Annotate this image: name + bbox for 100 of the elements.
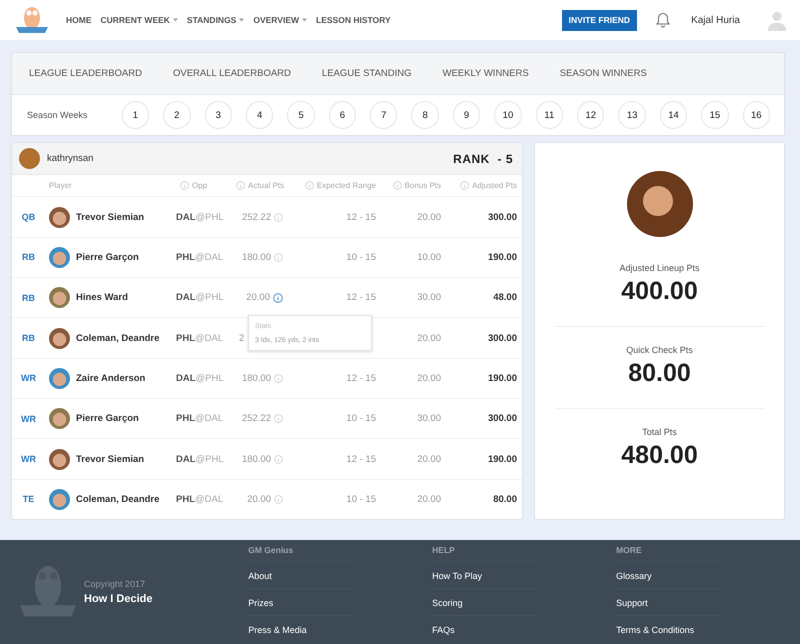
expected-range: 12 - 15 <box>346 372 376 384</box>
position: WR <box>20 414 37 424</box>
tab[interactable]: LEAGUE LEADERBOARD <box>18 53 153 94</box>
expected-range: 12 - 15 <box>346 454 376 465</box>
week-button[interactable]: 4 <box>246 101 274 129</box>
stat-label: Total Pts <box>642 427 677 437</box>
week-button[interactable]: 3 <box>204 101 232 129</box>
player-name: Coleman, Deandre <box>76 494 160 505</box>
player-avatar <box>49 488 70 510</box>
bonus-points: 20.00 <box>416 454 441 465</box>
column-header: Bonus Pts <box>404 181 441 190</box>
position: RB <box>21 333 36 344</box>
footer-link[interactable]: About <box>248 562 352 589</box>
expected-range: 10 - 15 <box>346 494 376 505</box>
info-icon[interactable] <box>274 252 283 262</box>
week-button[interactable]: 12 <box>577 101 604 129</box>
bonus-points: 30.00 <box>416 292 441 304</box>
info-icon[interactable] <box>236 181 245 190</box>
bonus-points: 20.00 <box>416 212 441 223</box>
info-icon[interactable] <box>274 494 283 504</box>
footer-link[interactable]: Scoring <box>432 589 536 616</box>
column-header: Actual Pts <box>248 181 284 190</box>
footer-link[interactable]: How To Play <box>432 562 536 589</box>
footer-link[interactable]: Terms & Conditions <box>616 616 720 642</box>
tab[interactable]: SEASON WINNERS <box>548 53 658 94</box>
bell-icon[interactable] <box>655 12 672 28</box>
player-name: Pierre Garçon <box>76 252 139 263</box>
info-icon[interactable] <box>273 292 283 303</box>
info-icon[interactable] <box>274 374 283 383</box>
column-header: Player <box>49 181 72 190</box>
position: QB <box>20 212 36 222</box>
owl-logo[interactable] <box>14 5 50 35</box>
player-avatar <box>49 328 70 349</box>
week-button[interactable]: 7 <box>370 101 398 129</box>
expected-range: 10 - 15 <box>346 413 376 424</box>
position: RB <box>21 252 36 262</box>
invite-friend-button[interactable]: INVITE FRIEND <box>562 10 638 30</box>
info-icon[interactable] <box>392 181 402 190</box>
expected-range: 12 - 15 <box>346 292 376 304</box>
footer-link[interactable]: Support <box>616 589 720 616</box>
week-button[interactable]: 14 <box>660 101 688 129</box>
bonus-points: 30.00 <box>416 413 441 424</box>
week-button[interactable]: 13 <box>618 101 646 129</box>
nav-link[interactable]: STANDINGS <box>186 15 244 25</box>
footer-link[interactable]: Glossary <box>616 562 720 589</box>
position: WR <box>20 454 37 464</box>
position: RB <box>21 292 36 303</box>
caret-icon <box>302 18 308 22</box>
tab[interactable]: LEAGUE STANDING <box>310 53 422 94</box>
nav-link[interactable]: CURRENT WEEK <box>100 15 178 25</box>
info-icon[interactable] <box>180 181 189 190</box>
profile-avatar <box>626 171 692 237</box>
username: kathrynsan <box>47 153 94 164</box>
week-button[interactable]: 16 <box>742 101 770 129</box>
info-icon[interactable] <box>274 454 283 464</box>
info-icon[interactable] <box>304 181 314 190</box>
week-button[interactable]: 8 <box>411 101 439 129</box>
nav-link[interactable]: OVERVIEW <box>253 15 308 25</box>
rank: RANK - 5 <box>453 152 513 166</box>
week-button[interactable]: 9 <box>452 101 480 129</box>
season-weeks-label: Season Weeks <box>27 110 88 120</box>
actual-points: 2 <box>239 332 244 344</box>
nav-link[interactable]: LESSON HISTORY <box>316 15 391 25</box>
bonus-points: 10.00 <box>416 252 441 263</box>
user-name[interactable]: Kajal Huria <box>691 14 740 26</box>
brand-name: How I Decide <box>84 593 152 605</box>
player-name: Hines Ward <box>76 292 128 304</box>
footer-heading: GM Genius <box>248 540 352 562</box>
matchup: DAL@PHL <box>176 454 225 465</box>
week-button[interactable]: 6 <box>328 101 356 129</box>
player-name: Trevor Siemian <box>76 454 144 465</box>
footer-link[interactable]: Press & Media <box>248 616 352 642</box>
week-button[interactable]: 15 <box>701 101 729 129</box>
adjusted-points: 300.00 <box>486 212 517 223</box>
info-icon[interactable] <box>274 212 283 222</box>
matchup: PHL@DAL <box>176 494 224 505</box>
nav-link[interactable]: HOME <box>66 15 92 25</box>
adjusted-points: 300.00 <box>486 332 517 344</box>
week-button[interactable]: 1 <box>122 101 150 129</box>
tab[interactable]: OVERALL LEADERBOARD <box>162 53 302 94</box>
footer-link[interactable]: Prizes <box>248 589 352 616</box>
info-icon[interactable] <box>274 414 283 424</box>
footer-link[interactable]: FAQs <box>432 616 536 642</box>
week-button[interactable]: 11 <box>536 101 564 129</box>
actual-points: 20.00 <box>247 494 271 505</box>
column-header: Opp <box>192 181 208 190</box>
matchup: PHL@DAL <box>176 332 224 344</box>
tab[interactable]: WEEKLY WINNERS <box>431 53 540 94</box>
position: TE <box>22 494 36 504</box>
actual-points: 252.22 <box>242 413 271 424</box>
week-button[interactable]: 10 <box>494 101 522 129</box>
avatar <box>19 148 40 170</box>
week-button[interactable]: 2 <box>163 101 191 129</box>
adjusted-points: 48.00 <box>492 292 517 304</box>
actual-points: 180.00 <box>242 372 271 384</box>
player-name: Zaire Anderson <box>76 372 146 384</box>
week-button[interactable]: 5 <box>287 101 315 129</box>
player-avatar <box>49 206 70 228</box>
info-icon[interactable] <box>460 181 470 190</box>
stat-value: 80.00 <box>628 359 691 388</box>
